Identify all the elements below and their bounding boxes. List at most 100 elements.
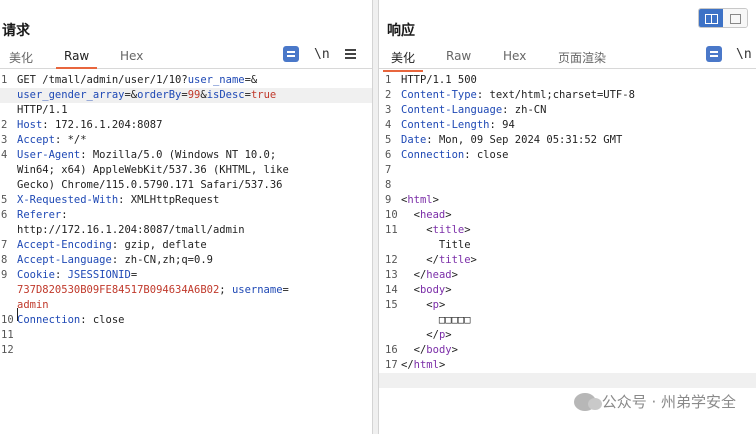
- code-line: </title>: [401, 253, 477, 268]
- response-tab-hex[interactable]: Hex: [503, 49, 526, 63]
- document-icon[interactable]: [283, 46, 299, 62]
- line-number: 3: [1, 134, 8, 146]
- line-number: 1: [385, 74, 392, 86]
- line-number: 7: [385, 164, 392, 176]
- split-view-icon[interactable]: [699, 9, 723, 27]
- code-text: =: [282, 284, 289, 296]
- newline-toggle-icon[interactable]: \n: [314, 47, 330, 62]
- code-line: admin: [17, 298, 49, 313]
- request-pane: 请求 美化 Raw Hex \n GET /tmall/admin/user/1…: [0, 0, 372, 434]
- code-token: Accept-Language: [17, 254, 112, 266]
- pane-splitter[interactable]: [372, 0, 379, 434]
- code-token: 737D820530B09FE84517B094634A6B02: [17, 284, 220, 296]
- code-line: Referer:: [17, 208, 68, 223]
- code-token: Date: [401, 134, 427, 146]
- code-line: Connection: close: [17, 313, 124, 328]
- response-title: 响应: [387, 23, 415, 39]
- code-token: X-Requested-With: [17, 194, 119, 206]
- code-text: ;: [219, 284, 232, 296]
- code-token: username: [231, 284, 283, 296]
- code-text: </: [401, 254, 439, 266]
- line-number: 12: [1, 344, 14, 356]
- code-text: :: [61, 209, 68, 221]
- code-line: Connection: close: [401, 148, 508, 163]
- code-text: Win64; x64) AppleWebKit/537.36 (KHTML, l…: [17, 164, 289, 176]
- code-text: <: [401, 224, 433, 236]
- line-number: 1: [1, 74, 8, 86]
- code-text: : close: [80, 314, 125, 326]
- code-token: user_name: [187, 74, 245, 86]
- code-line: Accept-Language: zh-CN,zh;q=0.9: [17, 253, 213, 268]
- code-token: Host: [17, 119, 43, 131]
- code-token: html: [413, 359, 439, 371]
- newline-toggle-icon[interactable]: \n: [736, 47, 752, 62]
- code-text: : Mon, 09 Sep 2024 05:31:52 GMT: [426, 134, 623, 146]
- wechat-logo-icon: [573, 392, 602, 411]
- code-text: =&: [124, 89, 138, 101]
- code-token: title: [432, 224, 465, 236]
- code-line: Content-Language: zh-CN: [401, 103, 546, 118]
- code-token: html: [407, 194, 433, 206]
- code-text: >: [464, 224, 471, 236]
- line-number: 4: [1, 149, 8, 161]
- code-token: Referer: [17, 209, 62, 221]
- code-text: : 172.16.1.204:8087: [42, 119, 163, 131]
- single-view-icon[interactable]: [723, 9, 747, 27]
- watermark-text: 公众号 · 州弟学安全: [601, 393, 736, 411]
- line-number: 16: [385, 344, 398, 356]
- code-text: </: [401, 269, 427, 281]
- code-line: </body>: [401, 343, 458, 358]
- code-text: : 94: [489, 119, 515, 131]
- code-text: http://172.16.1.204:8087/tmall/admin: [17, 224, 245, 236]
- watermark: 公众号 · 州弟学安全: [573, 391, 736, 412]
- code-text: : XMLHttpRequest: [118, 194, 220, 206]
- code-token: admin: [17, 299, 49, 311]
- document-icon[interactable]: [706, 46, 722, 62]
- line-number: 3: [385, 104, 392, 116]
- line-number: 10: [1, 314, 14, 326]
- code-line: 737D820530B09FE84517B094634A6B02; userna…: [17, 283, 289, 298]
- line-number: 17: [385, 359, 398, 371]
- line-number: 9: [385, 194, 392, 206]
- line-number: 14: [385, 284, 398, 296]
- code-text: : */*: [54, 134, 87, 146]
- menu-icon[interactable]: [345, 49, 356, 59]
- code-line: Title: [401, 238, 471, 253]
- line-number: 9: [1, 269, 8, 281]
- request-tab-raw[interactable]: Raw: [55, 49, 98, 69]
- code-line: Accept-Encoding: gzip, deflate: [17, 238, 207, 253]
- line-number: 7: [1, 239, 8, 251]
- code-token: body: [426, 344, 452, 356]
- request-tab-pretty[interactable]: 美化: [9, 49, 33, 66]
- line-number: 5: [1, 194, 8, 206]
- code-text: >: [470, 254, 477, 266]
- code-text: >: [438, 359, 446, 371]
- line-number: 13: [385, 269, 398, 281]
- code-line: HTTP/1.1: [17, 103, 68, 118]
- code-text: : zh-CN: [502, 104, 547, 116]
- code-token: title: [438, 254, 471, 266]
- code-line: Content-Type: text/html;charset=UTF-8: [401, 88, 635, 103]
- code-text: =: [130, 269, 138, 281]
- code-line: <body>: [401, 283, 452, 298]
- code-token: orderBy: [137, 89, 182, 101]
- layout-toggle[interactable]: [698, 8, 748, 28]
- response-tab-render[interactable]: 页面渲染: [558, 49, 606, 66]
- code-line: HTTP/1.1 500: [401, 73, 477, 88]
- line-number: 15: [385, 299, 398, 311]
- code-line: Accept: */*: [17, 133, 87, 148]
- code-line: http://172.16.1.204:8087/tmall/admin: [17, 223, 245, 238]
- line-number: 10: [385, 209, 398, 221]
- line-number: 2: [385, 89, 392, 101]
- code-text: Gecko) Chrome/115.0.5790.171 Safari/537.…: [17, 179, 283, 191]
- code-text: =&: [244, 74, 258, 86]
- code-token: user_gender_array: [17, 89, 125, 101]
- code-line: <p>: [401, 298, 445, 313]
- response-tab-pretty[interactable]: 美化: [382, 49, 424, 72]
- request-title: 请求: [2, 23, 30, 39]
- code-token: true: [250, 89, 277, 101]
- response-tab-raw[interactable]: Raw: [446, 49, 471, 63]
- request-tab-hex[interactable]: Hex: [120, 49, 143, 63]
- code-token: Connection: [17, 314, 81, 326]
- code-text: :: [54, 269, 68, 281]
